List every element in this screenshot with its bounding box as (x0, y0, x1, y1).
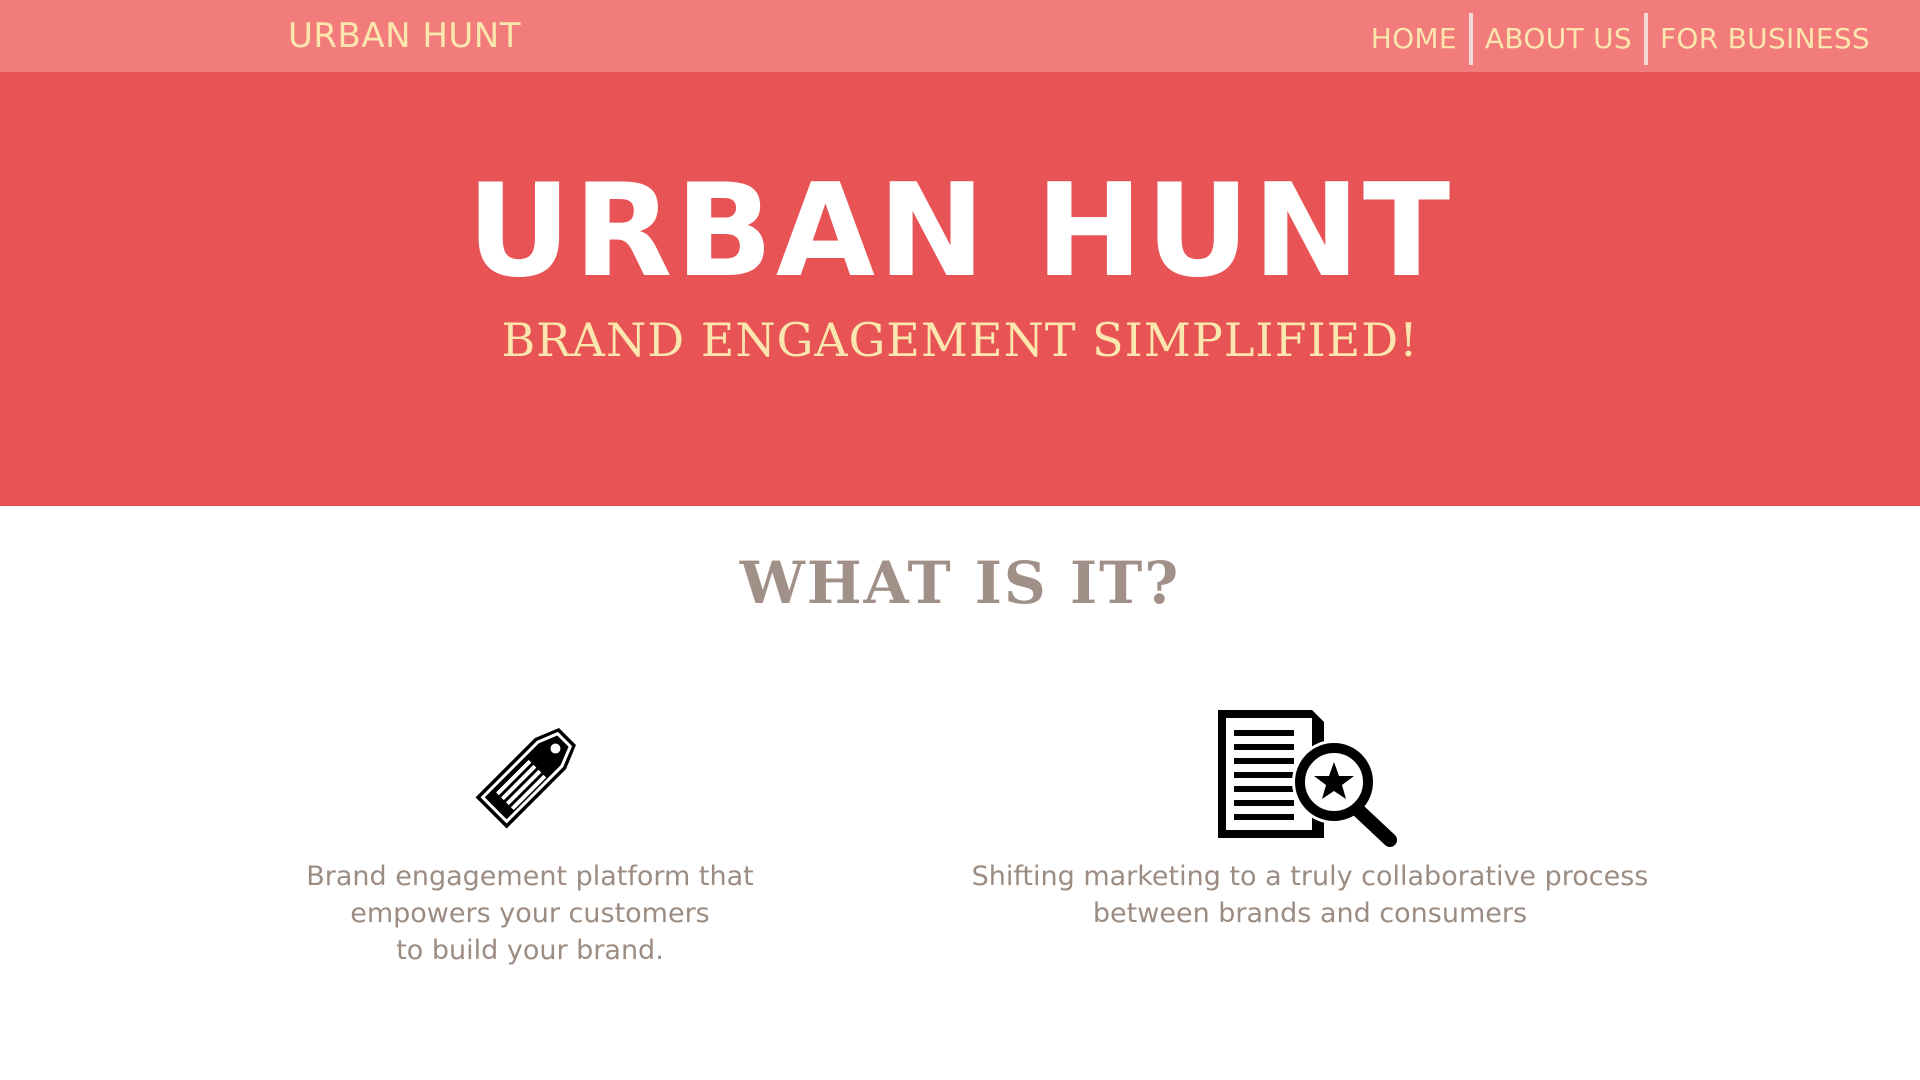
nav-for-business-link[interactable]: FOR BUSINESS (1648, 12, 1882, 66)
top-nav-bar: URBAN HUNT HOME ABOUT US FOR BUSINESS (0, 0, 1920, 72)
price-tag-icon (475, 728, 576, 829)
hero-tagline: BRAND ENGAGEMENT SIMPLIFIED! (501, 313, 1419, 367)
hero-title: URBAN HUNT (466, 157, 1454, 306)
hero-banner: URBAN HUNT BRAND ENGAGEMENT SIMPLIFIED! (0, 72, 1920, 506)
nav-home-link[interactable]: HOME (1359, 12, 1469, 66)
feature-card: Brand engagement platform that empowers … (280, 700, 780, 969)
document-search-icon (1218, 710, 1397, 847)
feature-description: Brand engagement platform that empowers … (306, 861, 754, 966)
feature-card: Shifting marketing to a truly collaborat… (940, 700, 1680, 932)
section-title: WHAT IS IT? (739, 549, 1181, 617)
nav-about-us-link[interactable]: ABOUT US (1473, 12, 1644, 66)
main-nav: HOME ABOUT US FOR BUSINESS (1359, 12, 1882, 66)
brand-logo-link[interactable]: URBAN HUNT (288, 16, 521, 56)
feature-description: Shifting marketing to a truly collaborat… (971, 861, 1649, 929)
